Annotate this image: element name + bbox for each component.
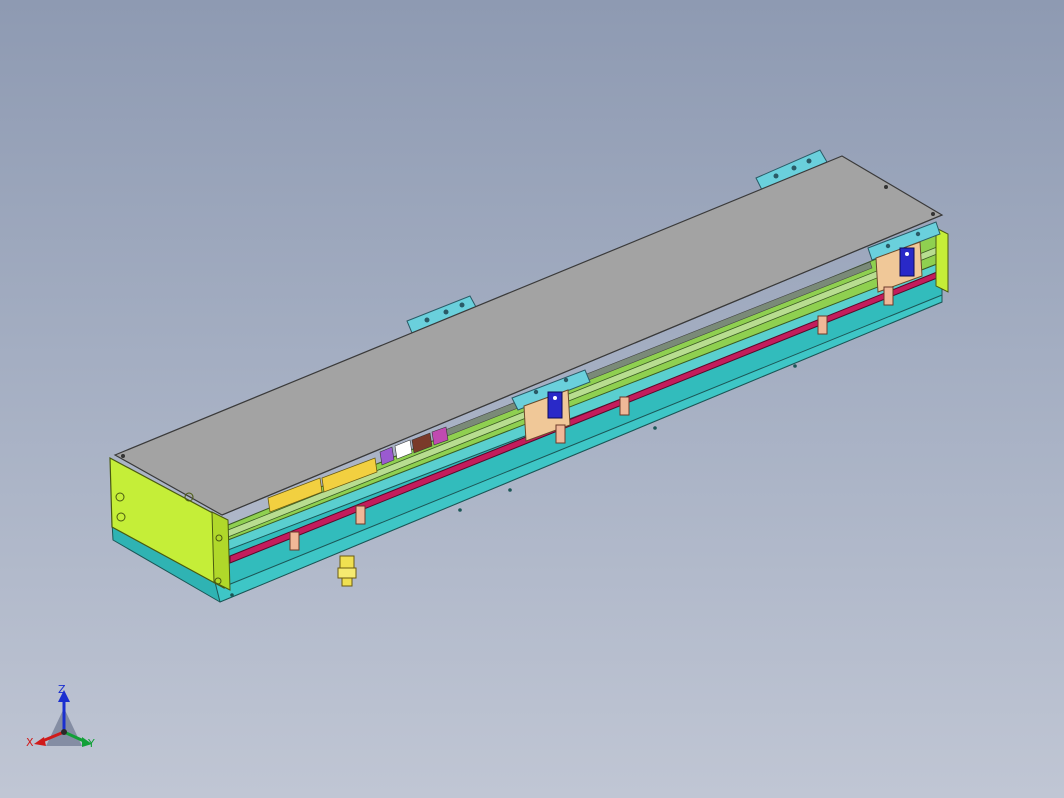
sensor-clamp[interactable] xyxy=(883,286,894,306)
sensor-clamp[interactable] xyxy=(619,396,630,416)
coordinate-triad: Z X Y xyxy=(20,680,110,760)
z-axis-label: Z xyxy=(58,683,66,696)
sensor-clamp[interactable] xyxy=(817,315,828,335)
sensor-clamp[interactable] xyxy=(555,424,566,444)
x-axis-label: X xyxy=(26,736,34,749)
pneumatic-fitting xyxy=(337,555,357,587)
sensor-clamp[interactable] xyxy=(289,531,300,551)
sensor-clamp[interactable] xyxy=(355,505,366,525)
3d-viewport[interactable] xyxy=(0,0,1064,798)
y-axis-label: Y xyxy=(88,737,95,750)
right-end-plate xyxy=(935,227,949,293)
